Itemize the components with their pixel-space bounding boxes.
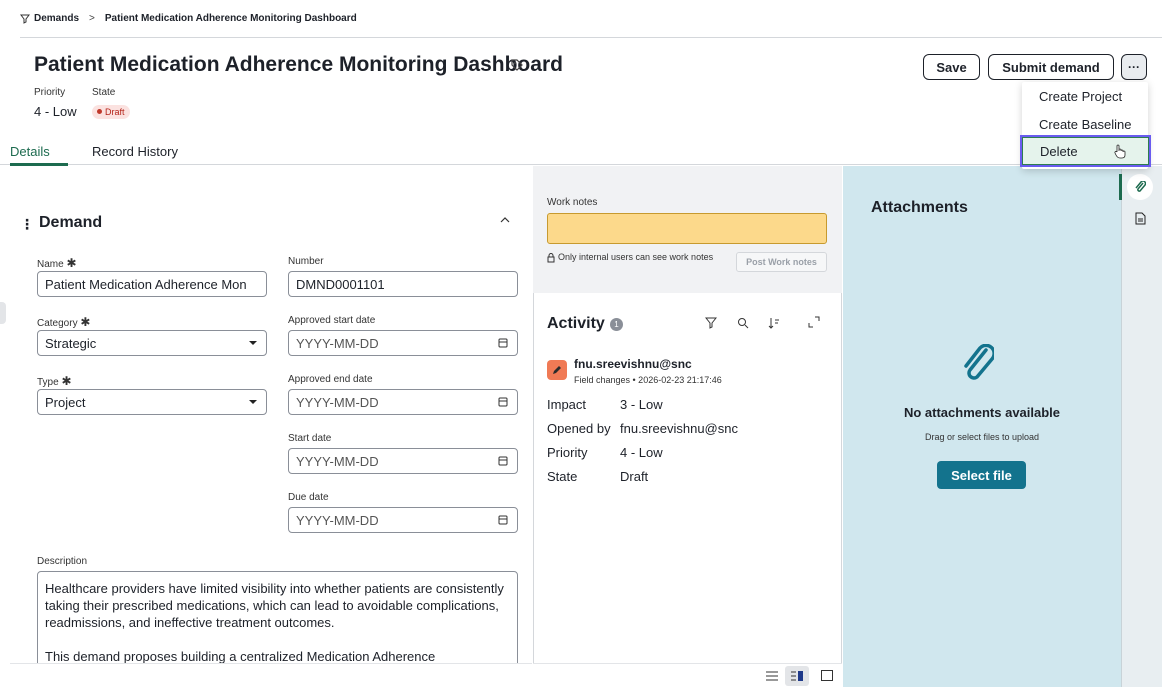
form-footer <box>10 663 532 687</box>
attachments-panel <box>843 166 1121 687</box>
page-title: Patient Medication Adherence Monitoring … <box>34 53 563 76</box>
caret-down-icon <box>249 341 257 345</box>
breadcrumb-demands[interactable]: Demands <box>34 13 79 24</box>
activity-field-value: fnu.sreevishnu@snc <box>620 421 738 436</box>
filter-icon <box>20 14 30 24</box>
category-label: Category ✱ <box>37 315 91 329</box>
activity-field-label: State <box>547 469 578 484</box>
menu-item-create-project[interactable]: Create Project <box>1022 82 1148 110</box>
activity-count-badge: 1 <box>610 318 623 331</box>
section-menu-icon[interactable]: ⋮ <box>20 216 34 233</box>
activity-field-label: Impact <box>547 397 587 412</box>
list-view-icon[interactable] <box>766 671 778 681</box>
worknotes-input[interactable] <box>547 213 827 244</box>
number-label: Number <box>288 256 324 267</box>
pencil-icon <box>553 366 561 374</box>
expand-icon[interactable] <box>808 316 820 328</box>
start-date-input[interactable]: YYYY-MM-DD <box>288 448 518 474</box>
required-icon: ✱ <box>66 256 77 270</box>
tag-icon[interactable] <box>510 58 524 72</box>
post-worknotes-button[interactable]: Post Work notes <box>736 252 827 272</box>
split-view-button[interactable] <box>785 666 809 686</box>
empty-state-subtitle: Drag or select files to upload <box>924 432 1040 442</box>
chevron-right-icon: > <box>89 13 95 24</box>
view-switcher <box>533 663 842 687</box>
state-badge: Draft <box>92 105 130 119</box>
avatar <box>547 360 567 380</box>
caret-down-icon <box>249 400 257 404</box>
more-actions-button[interactable]: ··· <box>1121 54 1147 80</box>
description-paragraph: Healthcare providers have limited visibi… <box>45 581 504 630</box>
activity-subtitle: Field changes • 2026-02-23 21:17:46 <box>574 375 722 385</box>
type-label: Type ✱ <box>37 374 72 388</box>
empty-state-title: No attachments available <box>903 405 1061 420</box>
description-textarea[interactable]: Healthcare providers have limited visibi… <box>37 571 518 671</box>
approved-end-date-input[interactable]: YYYY-MM-DD <box>288 389 518 415</box>
due-date-input[interactable]: YYYY-MM-DD <box>288 507 518 533</box>
approved-start-label: Approved start date <box>288 315 376 326</box>
paperclip-icon <box>1135 181 1146 192</box>
worknotes-note: Only internal users can see work notes <box>558 252 714 262</box>
description-label: Description <box>37 556 88 567</box>
activity-field-value: 3 - Low <box>620 397 663 412</box>
start-date-label: Start date <box>288 433 332 444</box>
panel-resize-handle[interactable] <box>0 302 6 324</box>
activity-field-label: Opened by <box>547 421 611 436</box>
filter-icon[interactable] <box>705 317 717 329</box>
state-label: State <box>92 87 116 98</box>
activity-title: Activity <box>547 315 605 332</box>
paperclip-icon <box>964 344 994 380</box>
panel-view-icon[interactable] <box>821 670 833 681</box>
approved-start-date-input[interactable]: YYYY-MM-DD <box>288 330 518 356</box>
priority-label: Priority <box>34 87 66 98</box>
menu-item-label: Delete <box>1040 143 1078 159</box>
sort-icon[interactable] <box>768 317 780 329</box>
search-icon[interactable] <box>737 317 749 329</box>
calendar-icon[interactable] <box>498 337 508 349</box>
submit-demand-button[interactable]: Submit demand <box>988 54 1114 80</box>
document-icon[interactable] <box>1135 212 1146 225</box>
save-button[interactable]: Save <box>923 54 980 80</box>
attachments-rail-button[interactable] <box>1127 174 1153 200</box>
name-label: Name ✱ <box>37 256 77 270</box>
due-date-label: Due date <box>288 492 329 503</box>
name-field[interactable]: Patient Medication Adherence Mon <box>37 271 267 297</box>
type-select[interactable]: Project <box>37 389 267 415</box>
rail-active-indicator <box>1119 174 1122 200</box>
tab-bar: Details Record History <box>0 138 1162 165</box>
lock-icon <box>547 253 555 263</box>
calendar-icon[interactable] <box>498 514 508 526</box>
number-field[interactable]: DMND0001101 <box>288 271 518 297</box>
category-select[interactable]: Strategic <box>37 330 267 356</box>
calendar-icon[interactable] <box>498 396 508 408</box>
required-icon: ✱ <box>80 315 91 329</box>
side-rail <box>1121 166 1162 687</box>
menu-item-create-baseline[interactable]: Create Baseline <box>1022 110 1148 138</box>
tab-record-history[interactable]: Record History <box>92 144 178 159</box>
split-view-icon <box>791 671 803 681</box>
calendar-icon[interactable] <box>498 455 508 467</box>
more-actions-menu: Create Project Create Baseline Delete <box>1020 82 1151 169</box>
section-title: Demand <box>39 214 103 231</box>
hand-cursor-icon <box>1114 144 1125 158</box>
activity-field-value: Draft <box>620 469 649 484</box>
tab-details[interactable]: Details <box>10 144 50 159</box>
priority-value: 4 - Low <box>34 104 77 119</box>
breadcrumb: Demands > Patient Medication Adherence M… <box>20 0 1162 38</box>
attachments-title: Attachments <box>871 199 968 216</box>
chevron-up-icon[interactable] <box>499 215 511 225</box>
required-icon: ✱ <box>61 374 72 388</box>
worknotes-label: Work notes <box>547 197 598 208</box>
activity-field-value: 4 - Low <box>620 445 663 460</box>
breadcrumb-current: Patient Medication Adherence Monitoring … <box>104 13 357 24</box>
approved-end-label: Approved end date <box>288 374 373 385</box>
select-file-button[interactable]: Select file <box>937 461 1026 489</box>
activity-field-label: Priority <box>547 445 588 460</box>
menu-item-delete[interactable]: Delete <box>1020 135 1151 167</box>
activity-user: fnu.sreevishnu@snc <box>574 357 692 371</box>
